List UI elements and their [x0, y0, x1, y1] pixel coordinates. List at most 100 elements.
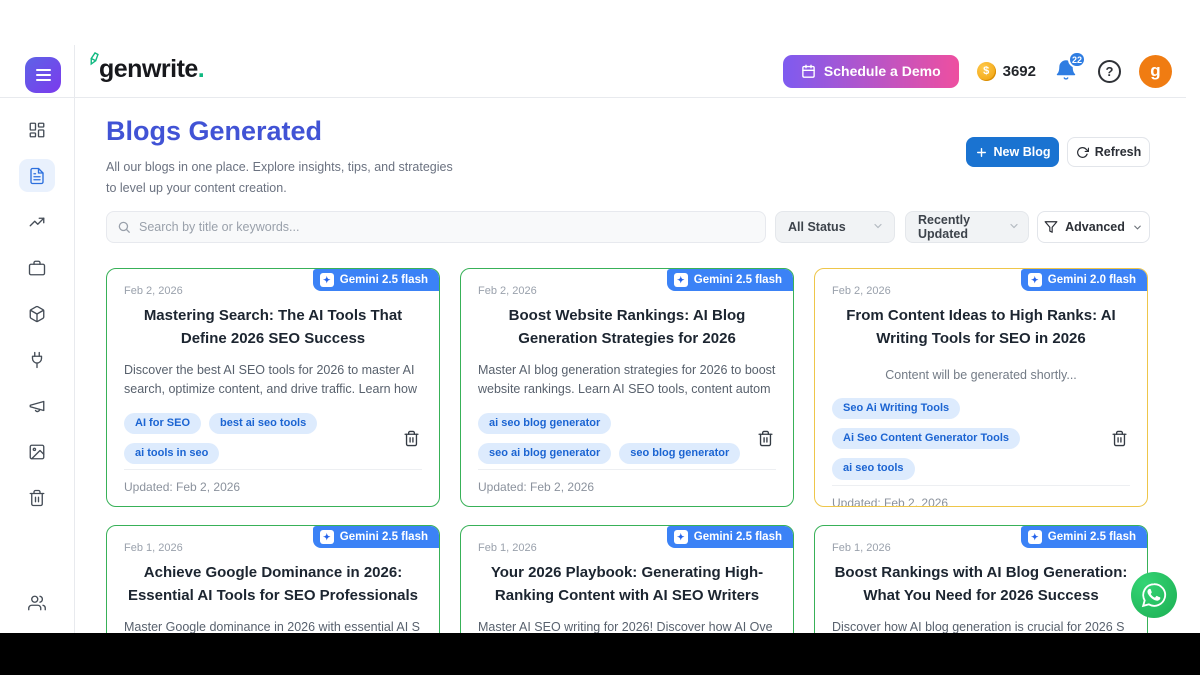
app-logo[interactable]: genwrite.: [88, 55, 205, 84]
blog-card[interactable]: ✦Gemini 2.5 flashFeb 2, 2026Mastering Se…: [106, 268, 440, 507]
chevron-down-icon: [1132, 222, 1143, 233]
sidebar-item-briefcase[interactable]: [19, 251, 55, 284]
gemini-sparkle-icon: ✦: [1028, 273, 1042, 287]
card-updated: Updated: Feb 2, 2026: [832, 486, 1130, 507]
plug-icon: [28, 351, 46, 369]
whatsapp-button[interactable]: [1131, 572, 1177, 618]
model-badge: ✦Gemini 2.5 flash: [313, 526, 439, 548]
gallery-icon: [28, 443, 46, 461]
keyword-tag: Ai Seo Content Generator Tools: [832, 428, 1020, 449]
avatar[interactable]: g: [1139, 55, 1172, 88]
chevron-down-icon: [872, 220, 884, 235]
whatsapp-icon: [1141, 582, 1167, 608]
card-title: Mastering Search: The AI Tools That Defi…: [124, 305, 422, 350]
card-title: Boost Rankings with AI Blog Generation: …: [832, 562, 1130, 607]
refresh-button[interactable]: Refresh: [1067, 137, 1150, 167]
blog-card-grid: ✦Gemini 2.5 flashFeb 2, 2026Mastering Se…: [106, 268, 1148, 675]
delete-blog-button[interactable]: [755, 428, 776, 449]
sidebar-nav: [0, 97, 74, 633]
gemini-sparkle-icon: ✦: [320, 530, 334, 544]
package-icon: [28, 305, 46, 323]
status-filter-select[interactable]: All Status: [775, 211, 895, 243]
sidebar-item-gallery[interactable]: [19, 435, 55, 468]
blogs-document-icon: [28, 167, 46, 185]
gemini-sparkle-icon: ✦: [320, 273, 334, 287]
model-badge: ✦Gemini 2.0 flash: [1021, 269, 1147, 291]
menu-button[interactable]: [25, 57, 61, 93]
card-title: Your 2026 Playbook: Generating High-Rank…: [478, 562, 776, 607]
credits-value: 3692: [1003, 63, 1036, 80]
page-title: Blogs Generated: [106, 116, 322, 147]
model-badge: ✦Gemini 2.5 flash: [1021, 526, 1147, 548]
notifications-button[interactable]: 22: [1054, 58, 1080, 84]
trending-up-icon: [28, 213, 46, 231]
sidebar-item-plug[interactable]: [19, 343, 55, 376]
keyword-tag: ai seo tools: [832, 458, 915, 479]
sidebar-item-megaphone[interactable]: [19, 389, 55, 422]
sort-filter-select[interactable]: Recently Updated: [905, 211, 1029, 243]
bottom-letterbox: [0, 633, 1200, 675]
card-updated: Updated: Feb 2, 2026: [124, 470, 422, 506]
card-title: Boost Website Rankings: AI Blog Generati…: [478, 305, 776, 350]
card-description: Master AI blog generation strategies for…: [478, 361, 776, 400]
page-subtitle: All our blogs in one place. Explore insi…: [106, 157, 462, 198]
refresh-icon: [1076, 146, 1089, 159]
trash-icon: [28, 489, 46, 507]
delete-blog-button[interactable]: [1109, 428, 1130, 449]
card-title: From Content Ideas to High Ranks: AI Wri…: [832, 305, 1130, 350]
gemini-sparkle-icon: ✦: [674, 273, 688, 287]
schedule-demo-button[interactable]: Schedule a Demo: [783, 55, 959, 88]
sidebar-divider: [74, 45, 75, 633]
funnel-icon: [1044, 220, 1058, 234]
model-badge: ✦Gemini 2.5 flash: [667, 526, 793, 548]
card-title: Achieve Google Dominance in 2026: Essent…: [124, 562, 422, 607]
model-badge: ✦Gemini 2.5 flash: [313, 269, 439, 291]
coin-icon: $: [977, 62, 996, 81]
credits-counter: $ 3692: [977, 62, 1036, 81]
users-icon: [28, 594, 46, 612]
delete-blog-button[interactable]: [401, 428, 422, 449]
blog-card[interactable]: ✦Gemini 2.0 flashFeb 2, 2026From Content…: [814, 268, 1148, 507]
app-window: genwrite. Schedule a Demo $ 3692 22 ? g: [0, 0, 1200, 675]
sidebar-item-dashboard[interactable]: [19, 113, 55, 146]
help-button[interactable]: ?: [1098, 60, 1121, 83]
new-blog-button[interactable]: New Blog: [966, 137, 1059, 167]
keyword-tag: best ai seo tools: [209, 413, 317, 434]
keyword-tag: AI for SEO: [124, 413, 201, 434]
model-badge: ✦Gemini 2.5 flash: [667, 269, 793, 291]
card-description: Content will be generated shortly...: [832, 366, 1130, 385]
card-tags-row: Seo Ai Writing Tools Ai Seo Content Gener…: [832, 398, 1130, 480]
advanced-filter-button[interactable]: Advanced: [1037, 211, 1150, 243]
sidebar-item-blogs-document[interactable]: [19, 159, 55, 192]
logo-dot: .: [198, 55, 205, 84]
card-tags-row: AI for SEO best ai seo tools ai tools in s…: [124, 413, 422, 464]
keyword-tag: Seo Ai Writing Tools: [832, 398, 960, 419]
search-bar: [106, 211, 766, 243]
dashboard-icon: [28, 121, 46, 139]
trash-icon: [1111, 430, 1128, 447]
briefcase-icon: [28, 259, 46, 277]
sidebar-item-users[interactable]: [19, 586, 55, 619]
search-input[interactable]: [139, 220, 755, 234]
megaphone-icon: [28, 397, 46, 415]
card-updated: Updated: Feb 2, 2026: [478, 470, 776, 506]
notification-badge: 22: [1068, 51, 1086, 68]
gemini-sparkle-icon: ✦: [674, 530, 688, 544]
keyword-tag: seo ai blog generator: [478, 443, 611, 464]
card-tags-row: ai seo blog generator seo ai blog generat…: [478, 413, 776, 464]
card-description: Discover the best AI SEO tools for 2026 …: [124, 361, 422, 400]
sidebar-item-package[interactable]: [19, 297, 55, 330]
chevron-down-icon: [1008, 220, 1020, 235]
gemini-sparkle-icon: ✦: [1028, 530, 1042, 544]
sidebar-item-trash[interactable]: [19, 481, 55, 514]
keyword-tag: ai tools in seo: [124, 443, 219, 464]
keyword-tag: ai seo blog generator: [478, 413, 611, 434]
calendar-icon: [801, 64, 816, 79]
plus-icon: [975, 146, 988, 159]
sidebar-item-trending-up[interactable]: [19, 205, 55, 238]
top-header: genwrite. Schedule a Demo $ 3692 22 ? g: [0, 45, 1186, 97]
blog-card[interactable]: ✦Gemini 2.5 flashFeb 2, 2026Boost Websit…: [460, 268, 794, 507]
keyword-tag: seo blog generator: [619, 443, 740, 464]
logo-text: genwrite: [99, 55, 198, 84]
header-divider: [0, 97, 1186, 98]
